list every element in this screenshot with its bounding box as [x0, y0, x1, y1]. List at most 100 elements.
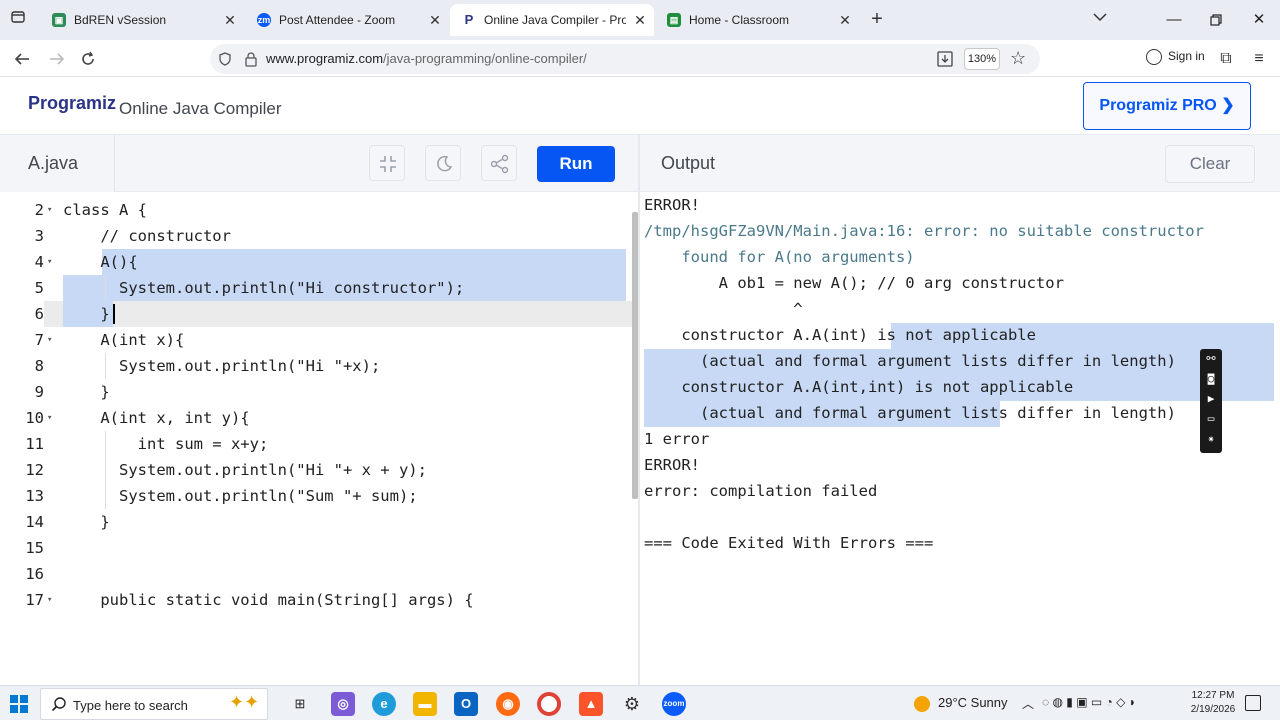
windows-start-icon[interactable] — [10, 695, 28, 713]
firefox-icon[interactable]: ◉ — [496, 692, 520, 716]
file-explorer-icon[interactable]: ▬ — [413, 692, 437, 716]
output-line: A ob1 = new A(); // 0 arg constructor — [644, 274, 1064, 292]
sign-in-button[interactable]: Sign in — [1146, 49, 1205, 69]
close-tab-icon[interactable]: ✕ — [837, 12, 853, 28]
output-line: (actual and formal argument lists differ… — [644, 352, 1176, 370]
share-icon — [490, 154, 509, 174]
taskbar-clock[interactable]: 12:27 PM 2/19/2026 — [1186, 689, 1240, 717]
chrome-icon[interactable] — [537, 692, 561, 716]
fold-arrow-icon[interactable]: ▾ — [47, 197, 52, 223]
outlook-icon[interactable]: O — [454, 692, 478, 716]
close-window-icon[interactable]: ✕ — [1247, 8, 1271, 32]
tab-title: Post Attendee - Zoom — [279, 13, 396, 27]
code-text: int sum = x+y; — [63, 435, 269, 453]
notification-icon[interactable] — [1245, 695, 1261, 711]
line-number: 13 — [25, 487, 44, 505]
shield-icon[interactable] — [218, 52, 232, 66]
code-line[interactable]: 15 — [0, 535, 632, 561]
logo-text: Programiz — [28, 93, 117, 113]
code-text: class A { — [63, 201, 147, 219]
code-line[interactable]: 5 System.out.println("Hi constructor"); — [0, 275, 632, 301]
tab-zoom[interactable]: zm Post Attendee - Zoom ✕ — [245, 4, 449, 36]
code-line[interactable]: 7 ▾ A(int x){ — [0, 327, 632, 353]
code-line[interactable]: 9 } — [0, 379, 632, 405]
output-line: constructor A.A(int) is not applicable — [644, 326, 1036, 344]
address-bar[interactable]: www.programiz.com/java-programming/onlin… — [210, 44, 1040, 74]
code-line[interactable]: 3 // constructor — [0, 223, 632, 249]
download-icon[interactable] — [936, 50, 954, 68]
weather-text: 29°C Sunny — [938, 695, 1008, 710]
back-arrow-icon[interactable] — [10, 48, 34, 70]
forward-arrow-icon[interactable] — [45, 48, 69, 70]
video-icon[interactable]: ▶ — [1200, 389, 1222, 409]
editor-scrollbar[interactable] — [632, 212, 638, 499]
bookmark-star-icon[interactable]: ☆ — [1010, 48, 1026, 69]
fold-arrow-icon[interactable]: ▾ — [47, 405, 52, 431]
zoom-app-icon[interactable]: zoom — [662, 692, 686, 716]
code-line[interactable]: 8 System.out.println("Hi "+x); — [0, 353, 632, 379]
fullscreen-button[interactable] — [369, 145, 405, 181]
close-tab-icon[interactable]: ✕ — [222, 12, 238, 28]
programiz-pro-button[interactable]: Programiz PRO ❯ — [1083, 82, 1251, 130]
zoom-level-badge[interactable]: 130% — [964, 48, 1000, 70]
code-line[interactable]: 13 System.out.println("Sum "+ sum); — [0, 483, 632, 509]
line-number: 5 — [34, 279, 44, 297]
clear-button[interactable]: Clear — [1165, 145, 1255, 183]
lock-icon[interactable] — [244, 51, 258, 67]
code-editor[interactable]: 2 ▾ class A {3 // constructor 4 ▾ A(){5 Syst… — [0, 192, 638, 685]
code-line[interactable]: 12 System.out.println("Hi "+ x + y); — [0, 457, 632, 483]
link-icon[interactable]: ⚯ — [1200, 349, 1222, 369]
task-view-icon[interactable]: ⊞ — [288, 692, 312, 716]
output-pane[interactable]: ERROR! /tmp/hsgGFZa9VN/Main.java:16: erro… — [640, 192, 1280, 685]
code-line[interactable]: 16 — [0, 561, 632, 587]
code-line[interactable]: 4 ▾ A(){ — [0, 249, 632, 275]
tab-list-chevron-icon[interactable] — [1090, 10, 1110, 30]
restore-window-icon[interactable] — [1204, 8, 1228, 32]
code-line[interactable]: 6 } — [0, 301, 632, 327]
code-text: } — [63, 383, 110, 401]
line-number: 3 — [34, 227, 44, 245]
tab-actions-menu-icon[interactable] — [8, 9, 28, 29]
reload-icon[interactable] — [76, 48, 100, 70]
tab-classroom[interactable]: ▤ Home - Classroom ✕ — [655, 4, 859, 36]
line-number: 14 — [25, 513, 44, 531]
code-line[interactable]: 14 } — [0, 509, 632, 535]
tab-title: BdREN vSession — [74, 13, 167, 27]
file-tab[interactable]: A.java — [0, 135, 115, 192]
tab-programiz[interactable]: P Online Java Compiler - Programiz ✕ — [450, 4, 654, 36]
tab-bdren[interactable]: ▣ BdREN vSession ✕ — [40, 4, 244, 36]
copilot-icon[interactable]: ◎ — [331, 692, 355, 716]
window-icon[interactable]: ▭ — [1200, 409, 1222, 429]
edge-icon[interactable]: e — [372, 692, 396, 716]
weather-widget[interactable]: 29°C Sunny — [914, 695, 1008, 712]
tray-chevron-icon[interactable]: ︿ — [1022, 695, 1034, 712]
browser-tab-strip: ▣ BdREN vSession ✕ zm Post Attendee - Zo… — [0, 0, 1280, 40]
close-tab-icon[interactable]: ✕ — [427, 12, 443, 28]
gear-icon[interactable]: ✷ — [1200, 429, 1222, 449]
new-tab-plus-icon[interactable]: + — [866, 8, 888, 30]
fold-arrow-icon[interactable]: ▾ — [47, 327, 52, 353]
output-line: constructor A.A(int,int) is not applicab… — [644, 378, 1074, 396]
code-line[interactable]: 11 int sum = x+y; — [0, 431, 632, 457]
taskbar-search-box[interactable]: Type here to search ✦✦ — [40, 688, 268, 720]
camera-icon[interactable]: ◙ — [1200, 369, 1222, 389]
tab-title: Home - Classroom — [689, 13, 790, 27]
menu-icon[interactable]: ≡ — [1249, 49, 1269, 69]
share-button[interactable] — [481, 145, 517, 181]
run-button[interactable]: Run — [537, 146, 615, 182]
url-text[interactable]: www.programiz.com/java-programming/onlin… — [266, 51, 587, 66]
code-line[interactable]: 10 ▾ A(int x, int y){ — [0, 405, 632, 431]
fold-arrow-icon[interactable]: ▾ — [47, 587, 52, 613]
programiz-logo[interactable]: Programiz — [28, 93, 116, 114]
brave-icon[interactable]: ▲ — [579, 692, 603, 716]
output-line: === Code Exited With Errors === — [644, 534, 934, 552]
tray-icons[interactable]: ◌ ◍ ▮ ▣ ▭ ◔ ◇ ◗ — [1042, 695, 1136, 709]
settings-gear-icon[interactable]: ⚙ — [620, 692, 644, 716]
close-tab-icon[interactable]: ✕ — [632, 12, 648, 28]
code-line[interactable]: 17 ▾ public static void main(String[] arg… — [0, 587, 632, 613]
extensions-icon[interactable]: ⧉ — [1216, 49, 1236, 69]
dark-mode-button[interactable] — [425, 145, 461, 181]
code-line[interactable]: 2 ▾ class A { — [0, 197, 632, 223]
minimize-window-icon[interactable]: — — [1162, 8, 1186, 32]
fold-arrow-icon[interactable]: ▾ — [47, 249, 52, 275]
